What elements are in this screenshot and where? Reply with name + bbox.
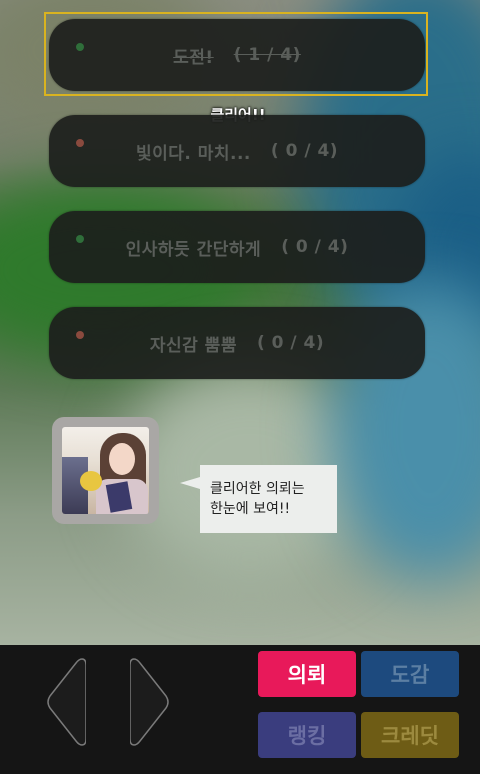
quest-title: 인사하듯 간단하게 (125, 239, 262, 260)
left-arrow-icon[interactable] (46, 655, 86, 749)
quest-count: ( 0 / 4) (281, 237, 349, 257)
avatar (52, 417, 159, 524)
quest-title: 빛이다. 마치... (135, 143, 251, 164)
right-arrow-icon[interactable] (130, 655, 170, 749)
quest-count: ( 0 / 4) (256, 333, 325, 353)
speech-bubble-tail (180, 477, 200, 489)
credits-button[interactable]: 크레딧 (361, 712, 459, 758)
quest-item-4[interactable]: 자신감 뿜뿜 ( 0 / 4) (49, 307, 425, 379)
speech-bubble: 클리어한 의뢰는 한눈에 보여!! (200, 465, 337, 533)
speech-line-1: 클리어한 의뢰는 (210, 481, 305, 497)
quest-count: ( 0 / 4) (270, 141, 339, 161)
avatar-photo (62, 427, 149, 514)
quest-item-3[interactable]: 인사하듯 간단하게 ( 0 / 4) (49, 211, 425, 283)
quest-title: 자신감 뿜뿜 (149, 335, 237, 356)
quest-button[interactable]: 의뢰 (258, 651, 356, 697)
quest-item-2[interactable]: 빛이다. 마치... ( 0 / 4) (49, 115, 425, 187)
ranking-button[interactable]: 랭킹 (258, 712, 356, 758)
speech-line-2: 한눈에 보여!! (210, 501, 291, 517)
collection-button[interactable]: 도감 (361, 651, 459, 697)
selection-frame (44, 12, 428, 96)
